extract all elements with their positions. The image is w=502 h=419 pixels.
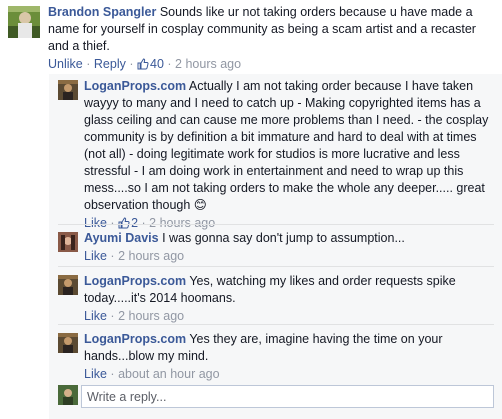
separator-dot: · — [167, 57, 172, 71]
like-count: 2 — [131, 216, 139, 230]
separator-dot: · — [129, 57, 134, 71]
divider — [58, 224, 494, 225]
comment-actions: Like · 2 hours ago — [84, 308, 500, 325]
avatar[interactable] — [58, 80, 78, 100]
timestamp[interactable]: about an hour ago — [118, 367, 219, 381]
comment-author[interactable]: Brandon Spangler — [48, 5, 156, 19]
timestamp[interactable]: 2 hours ago — [118, 249, 184, 263]
timestamp[interactable]: 2 hours ago — [175, 57, 241, 71]
like-button[interactable]: Like — [84, 249, 107, 263]
divider — [58, 266, 494, 267]
divider — [58, 324, 494, 325]
comment-author[interactable]: LoganProps.com — [84, 332, 186, 346]
timestamp[interactable]: 2 hours ago — [118, 309, 184, 323]
separator-dot: · — [110, 367, 115, 381]
comment-actions: Like · about an hour ago — [84, 366, 500, 383]
reply-input-box[interactable] — [81, 385, 494, 408]
separator-dot: · — [141, 216, 146, 230]
avatar[interactable] — [58, 275, 78, 295]
separator-dot: · — [110, 249, 115, 263]
comment-actions: Unlike · Reply · 40 · 2 hours ago — [48, 56, 494, 75]
comment-author[interactable]: LoganProps.com — [84, 274, 186, 288]
reply-loganprops-2: LoganProps.com Yes, watching my likes an… — [58, 274, 502, 325]
like-button[interactable]: Like — [84, 367, 107, 381]
reply-loganprops-3: LoganProps.com Yes they are, imagine hav… — [58, 332, 502, 383]
reply-button[interactable]: Reply — [94, 57, 126, 71]
thumbs-up-icon — [137, 58, 149, 75]
comment-actions: Like · 2 hours ago — [84, 248, 500, 265]
current-user-avatar — [58, 385, 78, 405]
like-count: 40 — [150, 57, 164, 71]
unlike-button[interactable]: Unlike — [48, 57, 83, 71]
avatar[interactable] — [58, 232, 78, 252]
comment-brandon-spangler: Brandon Spangler Sounds like ur not taki… — [8, 5, 502, 75]
separator-dot: · — [86, 57, 91, 71]
like-button[interactable]: Like — [84, 309, 107, 323]
timestamp[interactable]: 2 hours ago — [149, 216, 215, 230]
like-button[interactable]: Like — [84, 216, 107, 230]
reply-input[interactable] — [82, 386, 493, 407]
separator-dot: · — [110, 309, 115, 323]
avatar[interactable] — [8, 6, 40, 38]
comment-author[interactable]: LoganProps.com — [84, 79, 186, 93]
like-count-button[interactable]: 40 — [137, 57, 164, 71]
like-count-button[interactable]: 2 — [118, 216, 138, 230]
reply-loganprops-1: LoganProps.com Actually I am not taking … — [58, 79, 502, 230]
comment-text: Actually I am not taking order because I… — [84, 79, 489, 212]
avatar[interactable] — [58, 333, 78, 353]
reply-ayumi-davis: Ayumi Davis I was gonna say don't jump t… — [58, 231, 502, 265]
separator-dot: · — [110, 216, 115, 230]
comment-author[interactable]: Ayumi Davis — [84, 231, 159, 245]
comment-text: I was gonna say don't jump to assumption… — [162, 231, 405, 245]
